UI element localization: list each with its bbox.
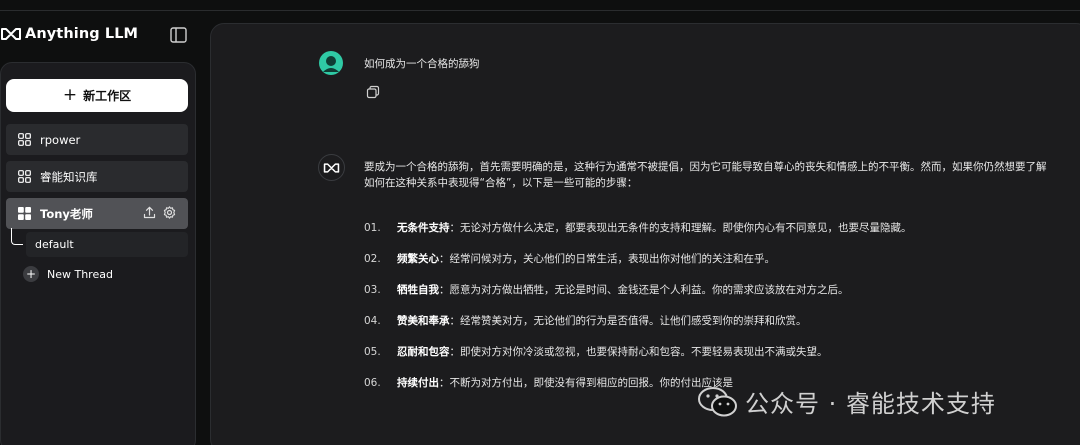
step-number: 02. [364, 253, 381, 265]
anythingllm-logo-icon [1, 28, 21, 40]
user-message: 如何成为一个合格的舔狗 [364, 58, 480, 70]
anythingllm-logo-icon [323, 162, 340, 173]
grid-icon [18, 207, 31, 220]
new-workspace-label: 新工作区 [83, 89, 132, 103]
sidebar: Anything LLM + 新工作区 rpower 睿能知识库 Tony老师 … [0, 0, 200, 445]
workspace-label: Tony老师 [40, 206, 93, 221]
workspace-item-tony[interactable]: Tony老师 [6, 198, 188, 229]
user-avatar [319, 51, 343, 75]
list-item: 03. 牺牲自我：愿意为对方做出牺牲，无论是时间、金钱还是个人利益。你的需求应该放… [364, 282, 849, 297]
thread-item-default[interactable]: default [26, 232, 188, 257]
app-name: Anything LLM [25, 26, 139, 42]
workspace-label: rpower [40, 132, 81, 147]
sidebar-toggle-icon[interactable] [170, 27, 187, 43]
grid-icon [18, 133, 31, 146]
step-text: ：即使对方对你冷淡或忽视，也要保持耐心和包容。不要轻易表现出不满或失望。 [449, 346, 828, 358]
watermark-text: 公众号 · 睿能技术支持 [745, 390, 996, 418]
assistant-intro: 要成为一个合格的舔狗，首先需要明确的是，这种行为通常不被提倡，因为它可能导致自尊… [364, 161, 1047, 189]
step-text: ：不断为对方付出，即使没有得到相应的回报。你的付出应该是 [439, 377, 733, 389]
gear-icon[interactable] [163, 206, 176, 219]
step-number: 03. [364, 284, 381, 296]
copy-icon[interactable] [366, 85, 380, 99]
grid-icon [18, 170, 31, 183]
thread-connector [11, 228, 23, 245]
step-title: 无条件支持 [397, 222, 450, 234]
upload-icon[interactable] [143, 206, 156, 219]
list-item: 06. 持续付出：不断为对方付出，即使没有得到相应的回报。你的付出应该是 [364, 375, 733, 390]
list-item: 01. 无条件支持：无论对方做什么决定，都要表现出无条件的支持和理解。即使你内心有… [364, 220, 912, 235]
list-item: 04. 赞美和奉承：经常赞美对方，无论他们的行为是否值得。让他们感受到你的崇拜和欣… [364, 313, 807, 328]
step-number: 04. [364, 315, 381, 327]
workspace-item-rpower[interactable]: rpower [6, 124, 188, 155]
app-brand: Anything LLM [0, 24, 138, 44]
step-title: 忍耐和包容 [397, 346, 450, 358]
step-title: 赞美和奉承 [397, 315, 450, 327]
step-number: 06. [364, 377, 381, 389]
plus-icon: + [62, 84, 78, 105]
step-text: ：经常问候对方，关心他们的日常生活，表现出你对他们的关注和在乎。 [439, 253, 775, 265]
step-number: 01. [364, 222, 381, 234]
step-title: 频繁关心 [397, 253, 439, 265]
new-workspace-button[interactable]: + 新工作区 [6, 79, 188, 112]
step-text: ：愿意为对方做出牺牲，无论是时间、金钱还是个人利益。你的需求应该放在对方之后。 [439, 284, 849, 296]
user-avatar-icon [323, 56, 339, 72]
step-title: 牺牲自我 [397, 284, 439, 296]
workspace-label: 睿能知识库 [40, 169, 98, 184]
list-item: 02. 频繁关心：经常问候对方，关心他们的日常生活，表现出你对他们的关注和在乎。 [364, 251, 775, 266]
step-number: 05. [364, 346, 381, 358]
workspace-actions [143, 206, 176, 219]
assistant-avatar [318, 154, 345, 181]
plus-icon: + [23, 266, 39, 282]
step-title: 持续付出 [397, 377, 439, 389]
workspace-item-knowledge-base[interactable]: 睿能知识库 [6, 161, 188, 192]
watermark: 公众号 · 睿能技术支持 [697, 384, 996, 419]
step-text: ：无论对方做什么决定，都要表现出无条件的支持和理解。即使你内心有不同意见，也要尽… [449, 222, 912, 234]
list-item: 05. 忍耐和包容：即使对方对你冷淡或忽视，也要保持耐心和包容。不要轻易表现出不满… [364, 344, 828, 359]
new-thread-label: New Thread [47, 267, 113, 281]
new-thread-button[interactable]: + New Thread [23, 266, 113, 282]
step-text: ：经常赞美对方，无论他们的行为是否值得。让他们感受到你的崇拜和欣赏。 [449, 315, 807, 327]
wechat-icon [698, 386, 737, 416]
